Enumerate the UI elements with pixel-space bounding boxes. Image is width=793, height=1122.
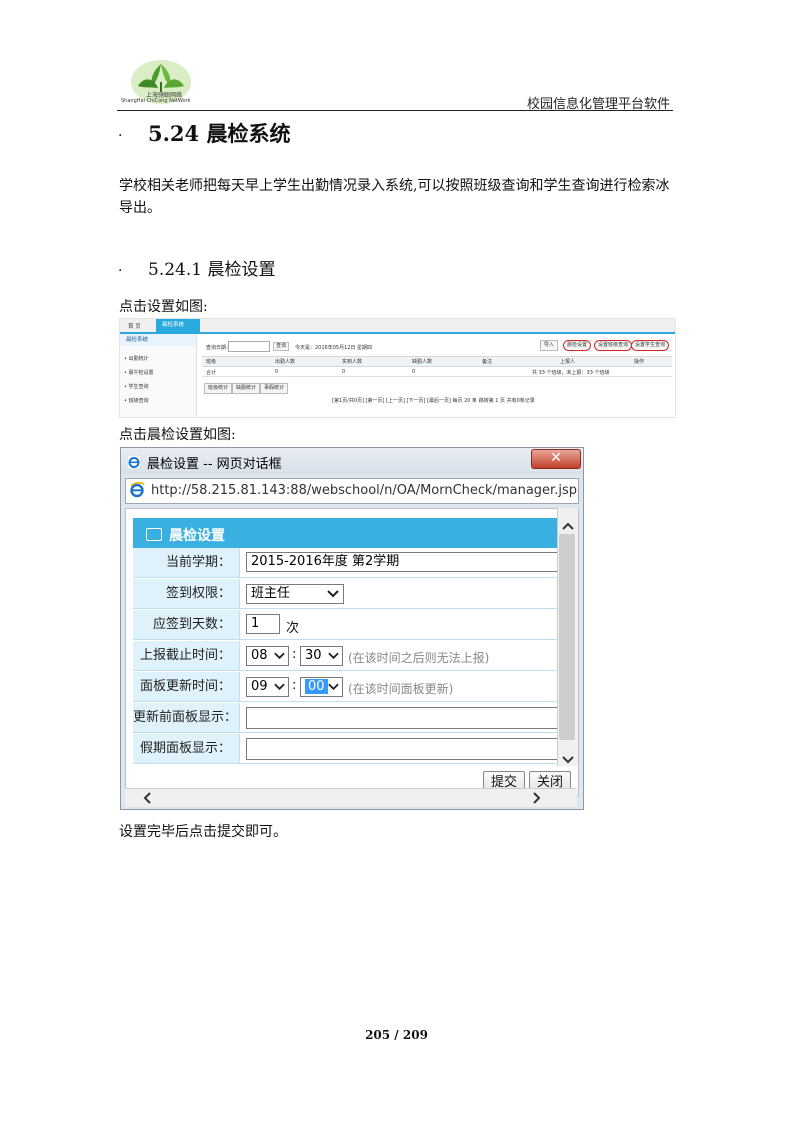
table-cell: 0 <box>275 369 279 375</box>
ie-icon <box>130 482 145 498</box>
pagination[interactable]: [第1页/共0页] [第一页] [上一页] [下一页] [最后一页] 每页 20… <box>332 397 535 404</box>
before-update-cell <box>240 703 558 733</box>
term-label: 当前学期： <box>133 548 240 578</box>
chevron-down-icon <box>328 683 339 691</box>
refresh-hour-value: 09 <box>251 679 268 694</box>
caption-click-settings: 点击设置如图: <box>119 299 208 315</box>
refresh-minute-value: 00 <box>305 679 328 694</box>
permission-select[interactable]: 班主任 <box>246 584 344 604</box>
sidebar-item-attendance[interactable]: • 出勤统计 <box>124 355 149 362</box>
scroll-thumb[interactable] <box>559 534 575 740</box>
holiday-cell <box>240 734 558 764</box>
column-header: 出勤人数 <box>275 359 296 365</box>
deadline-hour-select[interactable]: 08 <box>246 646 289 666</box>
table-header <box>202 356 672 367</box>
deadline-cell: 08 : 30 (在该时间之后则无法上报) <box>240 641 558 671</box>
caption-submit: 设置完毕后点击提交即可。 <box>119 824 287 840</box>
logo-english-name: ShangHai ChiCong NetWork <box>121 98 191 104</box>
deadline-hour-value: 08 <box>251 648 268 663</box>
column-header: 操作 <box>634 359 645 365</box>
before-update-label: 更新前面板显示： <box>133 703 240 733</box>
deadline-label: 上报截止时间： <box>133 641 240 671</box>
table-cell: 0 <box>342 369 346 375</box>
table-cell: 共 33 个班级，未上报：33 个班级 <box>532 370 610 376</box>
days-unit: 次 <box>286 621 300 636</box>
before-update-input[interactable] <box>246 707 558 729</box>
column-header: 缺勤人数 <box>412 359 433 365</box>
chevron-down-icon <box>274 652 285 660</box>
sidebar-title: 晨检系统 <box>120 334 196 346</box>
permission-cell: 班主任 <box>240 579 558 609</box>
holiday-input[interactable] <box>246 738 558 760</box>
days-cell: 1 次 <box>240 610 558 640</box>
deadline-hint: (在该时间之后则无法上报) <box>348 651 490 665</box>
column-header: 班级 <box>206 359 217 365</box>
table-cell: 0 <box>412 369 416 375</box>
column-header: 实到人数 <box>342 359 363 365</box>
student-query-settings-button[interactable]: 设置学生查询 <box>631 340 670 351</box>
ie-icon <box>127 455 141 469</box>
holiday-label: 假期面板显示： <box>133 734 240 764</box>
chevron-left-icon[interactable] <box>143 792 151 804</box>
table-cell: 合计 <box>206 370 217 376</box>
sidebar-item-class-query[interactable]: • 班级查询 <box>124 397 149 404</box>
close-icon[interactable]: ✕ <box>531 449 581 469</box>
query-date-input[interactable] <box>228 341 270 352</box>
tab-home[interactable]: 首 页 <box>128 322 141 330</box>
today-text: 今天是：2016年05月12日 星期四 <box>295 345 373 351</box>
dialog-title: 晨检设置 -- 网页对话框 <box>147 457 282 472</box>
time-colon: : <box>292 678 297 693</box>
chevron-down-icon <box>327 590 339 598</box>
refresh-minute-select[interactable]: 00 <box>300 677 343 697</box>
column-header: 上报人 <box>560 359 576 365</box>
sidebar-item-student-query[interactable]: • 学生查询 <box>124 383 149 390</box>
subheading-bullet: · <box>118 263 123 279</box>
absence-stats-button[interactable]: 缺勤统计 <box>232 383 261 394</box>
chat-icon <box>146 528 162 541</box>
chevron-down-icon[interactable] <box>562 756 574 764</box>
term-cell: 2015-2016年度 第2学期 <box>240 548 558 578</box>
column-header: 备注 <box>482 359 493 365</box>
chevron-up-icon[interactable] <box>562 522 574 530</box>
import-button[interactable]: 导入 <box>540 340 559 351</box>
refresh-hour-select[interactable]: 09 <box>246 677 289 697</box>
permission-value: 班主任 <box>251 586 291 601</box>
subsection-title: 5.24.1 晨检设置 <box>148 260 276 280</box>
query-button[interactable]: 查询 <box>273 342 290 351</box>
class-query-settings-button[interactable]: 设置班级查询 <box>594 340 633 351</box>
refresh-label: 面板更新时间： <box>133 672 240 702</box>
morning-check-dialog: 晨检设置 -- 网页对话框 ✕ http://58.215.81.143:88/… <box>120 447 584 810</box>
leave-stats-button[interactable]: 事假统计 <box>260 383 289 394</box>
panel-title: 晨检设置 <box>169 528 225 544</box>
page-number: 205 / 209 <box>365 1028 428 1042</box>
header-rule <box>117 110 673 111</box>
morning-check-list-screenshot: 首 页 晨检系统 晨检系统 • 出勤统计 • 晨午检设置 • 学生查询 • 班级… <box>119 318 676 418</box>
term-select[interactable]: 2015-2016年度 第2学期 <box>246 552 558 572</box>
chevron-right-icon[interactable] <box>533 792 541 804</box>
chevron-down-icon <box>274 683 285 691</box>
permission-label: 签到权限： <box>133 579 240 609</box>
tab-morning-check[interactable]: 晨检系统 <box>156 319 200 332</box>
sidebar-item-settings[interactable]: • 晨午检设置 <box>124 369 154 376</box>
section-title: 5.24 晨检系统 <box>148 121 291 146</box>
heading-bullet: · <box>118 128 123 144</box>
refresh-hint: (在该时间面板更新) <box>348 682 454 696</box>
section-paragraph: 学校相关老师把每天早上学生出勤情况录入系统,可以按照班级查询和学生查询进行检索冰… <box>119 178 670 216</box>
chevron-down-icon <box>328 652 339 660</box>
deadline-minute-value: 30 <box>305 648 322 663</box>
tab-bar <box>120 319 675 334</box>
morning-check-settings-button[interactable]: 晨检设置 <box>563 340 592 351</box>
deadline-minute-select[interactable]: 30 <box>300 646 343 666</box>
days-input[interactable]: 1 <box>246 614 280 634</box>
class-stats-button[interactable]: 班级统计 <box>204 383 233 394</box>
refresh-cell: 09 : 00 (在该时间面板更新) <box>240 672 558 702</box>
url-text: http://58.215.81.143:88/webschool/n/OA/M… <box>151 483 577 498</box>
time-colon: : <box>292 647 297 662</box>
horizontal-scrollbar[interactable] <box>125 788 577 807</box>
days-label: 应签到天数： <box>133 610 240 640</box>
caption-click-morning-check: 点击晨检设置如图: <box>119 427 236 443</box>
